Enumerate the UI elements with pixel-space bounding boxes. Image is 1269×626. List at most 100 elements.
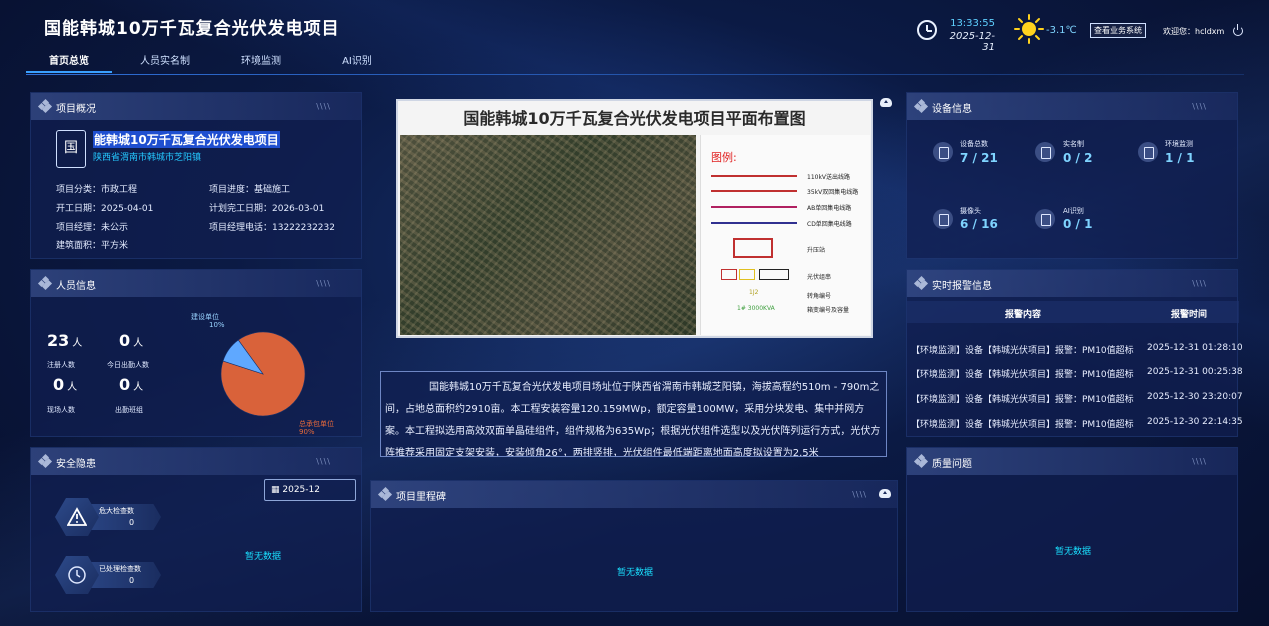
milestone-panel: 项目里程碑 \\\\ 暂无数据 <box>370 480 898 612</box>
legend-module-c <box>759 269 789 280</box>
diamond-icon <box>913 98 929 114</box>
stat-onsite: 0人 <box>53 375 78 394</box>
stat-attendance-label: 今日出勤人数 <box>107 361 149 369</box>
upload-icon[interactable] <box>879 489 891 498</box>
welcome-text: 欢迎您：hcldxm <box>1163 27 1225 36</box>
stat-onsite-label: 现场人数 <box>47 406 75 414</box>
decoration: \\\\ <box>316 279 331 288</box>
info-progress: 项目进度：基础施工 <box>209 185 291 195</box>
decoration: \\\\ <box>1192 457 1207 466</box>
legend-text-110kv: 110kV送出线路 <box>807 174 851 181</box>
legend-code: 1J2 <box>749 289 759 296</box>
alarm-row[interactable]: 【环境监测】设备【韩城光伏项目】报警：PM10值超标 2025-12-31 01:… <box>911 343 1243 356</box>
stat-teams: 0人 <box>119 375 144 394</box>
legend-text-ab: AB单回集电线路 <box>807 205 852 212</box>
device-icon <box>933 142 953 162</box>
decoration: \\\\ <box>852 490 867 499</box>
alarm-row[interactable]: 【环境监测】设备【韩城光伏项目】报警：PM10值超标 2025-12-31 00:… <box>911 367 1243 380</box>
panel-header: 项目概况 \\\\ <box>31 93 361 120</box>
equipment-panel: 设备信息 \\\\ 设备总数 7 / 21 实名制 0 / 2 环境监测 1 /… <box>906 92 1238 259</box>
ai-icon <box>1035 209 1055 229</box>
diamond-icon <box>377 486 393 502</box>
legend-text-cd: CD单回集电线路 <box>807 221 852 228</box>
info-manager-phone: 项目经理电话：13222232232 <box>209 223 335 233</box>
description-text: 国能韩城10万千瓦复合光伏发电项目场址位于陕西省渭南市韩城芝阳镇，海拔高程约51… <box>385 382 881 457</box>
col-time: 报警时间 <box>1171 310 1208 320</box>
warning-icon <box>67 507 87 526</box>
tab-ai[interactable]: AI识别 <box>314 53 400 73</box>
id-card-icon <box>1035 142 1055 162</box>
legend-title: 图例: <box>711 151 737 164</box>
eq-env-label: 环境监测 <box>1165 140 1193 148</box>
header: 国能韩城10万千瓦复合光伏发电项目 首页总览 人员实名制 环境监测 AI识别 1… <box>0 0 1269 76</box>
map-title: 国能韩城10万千瓦复合光伏发电项目平面布置图 <box>463 109 806 128</box>
tab-environment[interactable]: 环境监测 <box>218 53 304 73</box>
diamond-icon <box>913 275 929 291</box>
temperature: -3.1℃ <box>1046 25 1077 36</box>
alarm-row[interactable]: 【环境监测】设备【韩城光伏项目】报警：PM10值超标 2025-12-30 22:… <box>911 417 1243 430</box>
site-layout-map: 国能韩城10万千瓦复合光伏发电项目平面布置图 图例: 110kV送出线路 35k… <box>396 99 873 338</box>
diamond-icon <box>37 275 53 291</box>
legend-text-box: 箱变编号及容量 <box>807 307 850 314</box>
eq-total-value: 7 / 21 <box>960 151 998 165</box>
stat-attendance: 0人 <box>119 331 144 350</box>
camera-icon <box>933 209 953 229</box>
legend-text-module: 光伏组串 <box>807 274 832 281</box>
month-picker[interactable]: ▦ 2025-12 <box>264 479 356 501</box>
alarm-panel: 实时报警信息 \\\\ 报警内容 报警时间 【环境监测】设备【韩城光伏项目】报警… <box>906 269 1243 437</box>
tab-realname[interactable]: 人员实名制 <box>122 53 208 73</box>
alarm-row[interactable]: 【环境监测】设备【韩城光伏项目】报警：PM10值超标 2025-12-30 23:… <box>911 392 1243 405</box>
panel-header: 安全隐患 \\\\ <box>31 448 361 475</box>
pie-label-contractor: 总承包单位 90% <box>299 420 334 436</box>
panel-title: 项目里程碑 <box>396 492 446 503</box>
decoration: \\\\ <box>316 102 331 111</box>
info-area: 建筑面积：平方米 <box>56 241 129 251</box>
decoration: \\\\ <box>316 457 331 466</box>
diamond-icon <box>913 453 929 469</box>
processed-value: 0 <box>129 576 135 585</box>
project-overview-panel: 项目概况 \\\\ 国 能韩城10万千瓦复合光伏发电项目 陕西省渭南市韩城市芝阳… <box>30 92 362 259</box>
main-nav: 首页总览 人员实名制 环境监测 AI识别 <box>26 53 410 73</box>
major-hazard-label: 危大检查数 <box>99 507 134 515</box>
eq-ai-label: AI识别 <box>1063 207 1084 215</box>
upload-icon[interactable] <box>880 98 892 107</box>
panel-title: 人员信息 <box>56 281 96 292</box>
satellite-image <box>400 135 696 335</box>
stat-teams-label: 出勤班组 <box>115 406 143 414</box>
panel-header: 设备信息 \\\\ <box>907 93 1237 120</box>
processed-label: 已处理检查数 <box>99 565 141 573</box>
legend-text-code: 转角编号 <box>807 293 832 300</box>
panel-header: 实时报警信息 \\\\ <box>907 270 1237 297</box>
eq-camera-label: 摄像头 <box>960 207 981 215</box>
project-name: 能韩城10万千瓦复合光伏发电项目 <box>93 131 280 148</box>
major-hazard-badge: 危大检查数 0 <box>55 498 161 536</box>
biz-system-button[interactable]: 查看业务系统 <box>1090 23 1146 38</box>
panel-title: 安全隐患 <box>56 459 96 470</box>
legend-box: 1# 3000KVA <box>737 305 775 312</box>
major-hazard-value: 0 <box>129 518 135 527</box>
no-data-text: 暂无数据 <box>617 568 654 578</box>
info-category: 项目分类：市政工程 <box>56 185 138 195</box>
processed-badge: 已处理检查数 0 <box>55 556 161 594</box>
power-icon[interactable] <box>1233 24 1243 36</box>
eq-realname-value: 0 / 2 <box>1063 151 1093 165</box>
personnel-panel: 人员信息 \\\\ 23 人 注册人数 0人 今日出勤人数 0人 现场人数 0人 … <box>30 269 362 437</box>
legend-line-ab <box>711 206 797 208</box>
current-date: 2025-12-31 <box>949 31 995 53</box>
chart-icon <box>1138 142 1158 162</box>
legend-line-cd <box>711 222 797 224</box>
col-content: 报警内容 <box>1005 310 1042 320</box>
no-data-text: 暂无数据 <box>245 552 282 562</box>
tab-overview[interactable]: 首页总览 <box>26 53 112 73</box>
legend-line-110kv <box>711 175 797 177</box>
panel-header: 项目里程碑 \\\\ <box>371 481 897 508</box>
legend-line-35kv <box>711 190 797 192</box>
eq-ai-value: 0 / 1 <box>1063 217 1093 231</box>
legend-text-station: 升压站 <box>807 247 826 254</box>
project-location: 陕西省渭南市韩城市芝阳镇 <box>93 153 202 163</box>
stat-registered: 23 人 <box>47 331 83 350</box>
sun-icon <box>1014 14 1044 44</box>
legend-module-a <box>721 269 737 280</box>
diamond-icon <box>37 98 53 114</box>
eq-total-label: 设备总数 <box>960 140 988 148</box>
